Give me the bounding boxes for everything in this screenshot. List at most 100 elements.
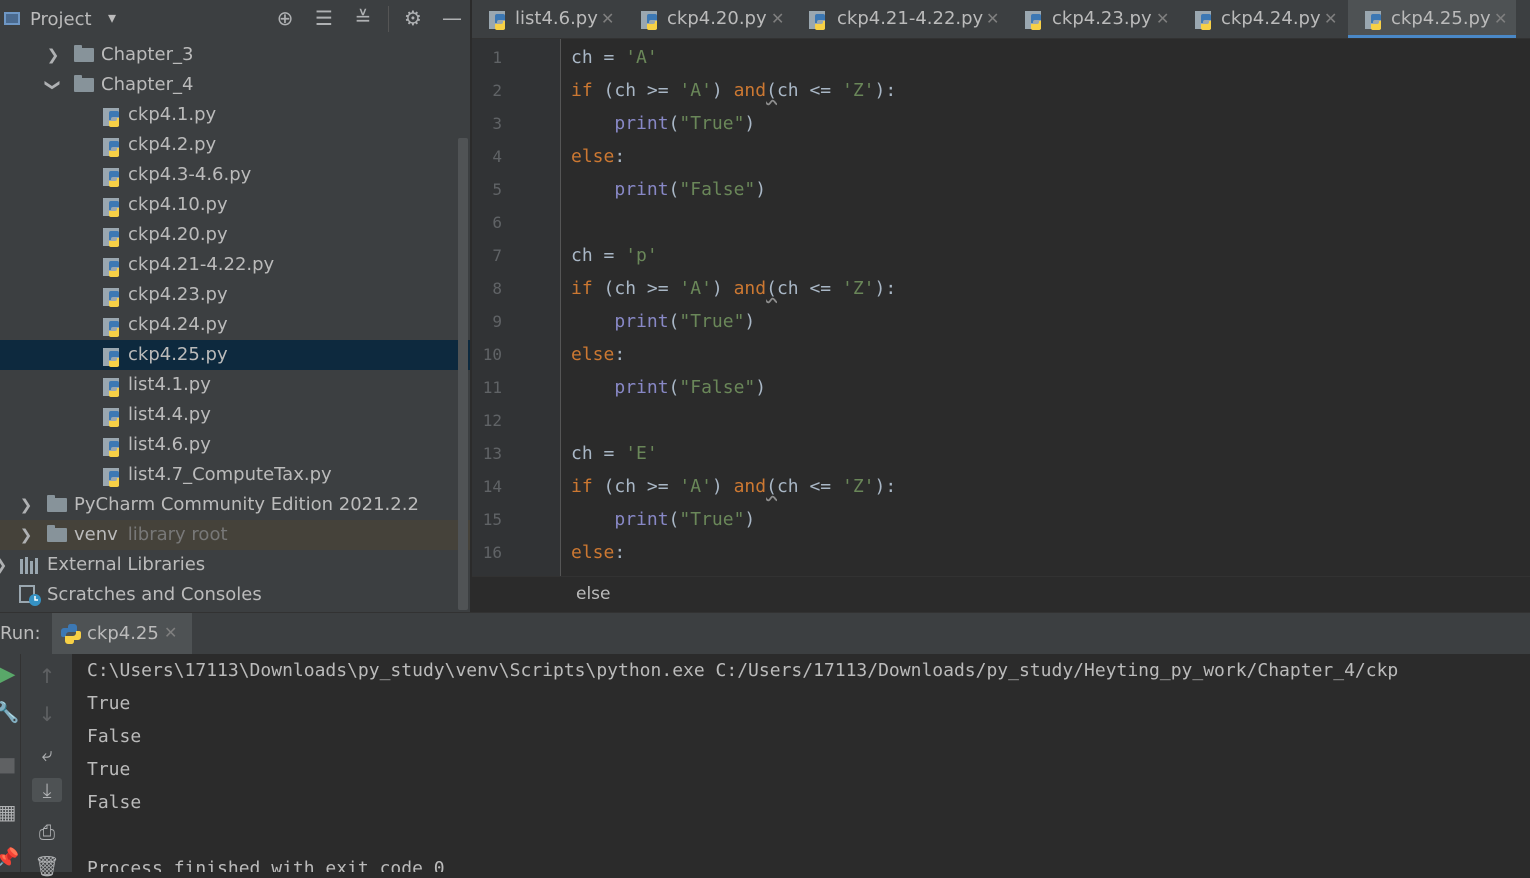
hide-panel-icon[interactable]: — xyxy=(439,6,465,30)
tree-external-libraries[interactable]: ❯ External Libraries xyxy=(0,550,470,580)
code-line[interactable]: else: xyxy=(571,140,625,173)
code-line[interactable]: if (ch >= 'A') and(ch <= 'Z'): xyxy=(571,74,896,107)
collapse-all-icon[interactable]: ≚ xyxy=(350,6,376,30)
code-line[interactable]: ch = 'A' xyxy=(571,41,658,74)
close-icon[interactable]: ✕ xyxy=(1324,0,1337,38)
line-number: 4 xyxy=(492,147,502,166)
run-tab-label: ckp4.25 xyxy=(87,623,159,644)
expand-all-icon[interactable]: ☰ xyxy=(311,6,337,30)
tree-file-ckp4-3-4-6[interactable]: ckp4.3-4.6.py xyxy=(0,160,470,190)
chevron-right-icon[interactable]: ❯ xyxy=(19,520,33,550)
project-icon xyxy=(4,12,20,25)
folder-icon xyxy=(74,45,94,62)
arrow-down-icon[interactable]: ↓ xyxy=(32,702,62,726)
tree-file-ckp4-25[interactable]: ckp4.25.py xyxy=(0,340,470,370)
close-icon[interactable]: ✕ xyxy=(771,0,784,38)
tree-file-ckp4-24[interactable]: ckp4.24.py xyxy=(0,310,470,340)
run-console-output[interactable]: C:\Users\17113\Downloads\py_study\venv\S… xyxy=(72,654,1530,872)
tree-folder-pycharm[interactable]: ❯ PyCharm Community Edition 2021.2.2 xyxy=(0,490,470,520)
python-file-icon xyxy=(103,288,119,307)
close-icon[interactable]: ✕ xyxy=(1494,0,1507,38)
scroll-to-end-icon[interactable]: ⤓ xyxy=(32,778,62,802)
wrench-icon[interactable]: 🔧 xyxy=(0,700,22,724)
code-line[interactable]: print("True") xyxy=(571,503,755,536)
soft-wrap-icon[interactable]: ⤶ xyxy=(32,742,62,766)
line-number: 2 xyxy=(492,81,502,100)
trash-icon[interactable]: 🗑 xyxy=(32,854,62,878)
tree-item-label: ckp4.23.py xyxy=(128,284,228,305)
python-file-icon xyxy=(103,258,119,277)
locate-file-icon[interactable]: ⊕ xyxy=(272,6,298,30)
tab-list4-6[interactable]: list4.6.py ✕ xyxy=(472,0,622,38)
python-file-icon xyxy=(103,198,119,217)
tab-ckp4-24[interactable]: ckp4.24.py ✕ xyxy=(1178,0,1346,38)
tree-file-ckp4-10[interactable]: ckp4.10.py xyxy=(0,190,470,220)
tree-item-label: ckp4.10.py xyxy=(128,194,228,215)
toolbar-divider xyxy=(388,6,389,32)
line-number: 16 xyxy=(482,543,502,562)
layout-icon[interactable]: ▦ xyxy=(0,800,22,824)
tree-folder-chapter-3[interactable]: ❯ Chapter_3 xyxy=(0,40,470,70)
code-line[interactable]: if (ch >= 'A') and(ch <= 'Z'): xyxy=(571,272,896,305)
gear-icon[interactable]: ⚙ xyxy=(400,6,426,30)
tree-item-label-group: venv library root xyxy=(74,520,228,550)
code-line[interactable]: print("True") xyxy=(571,305,755,338)
code-line[interactable]: ch = 'E' xyxy=(571,437,658,470)
code-editor[interactable]: 1 2 3 4 5 6 7 8 9 10 11 12 13 14 15 16 ch = 'A' if (ch >… xyxy=(472,39,1530,576)
run-tool-window-header: Run: ckp4.25 ✕ xyxy=(0,612,1530,655)
tree-folder-chapter-4[interactable]: ❯ Chapter_4 xyxy=(0,70,470,100)
close-icon[interactable]: ✕ xyxy=(601,0,614,38)
arrow-up-icon[interactable]: ↑ xyxy=(32,664,62,688)
chevron-down-icon[interactable]: ❯ xyxy=(38,78,68,92)
breadcrumb[interactable]: else xyxy=(576,584,611,604)
tree-file-list4-4[interactable]: list4.4.py xyxy=(0,400,470,430)
tab-ckp4-20[interactable]: ckp4.20.py ✕ xyxy=(624,0,790,38)
chevron-down-icon[interactable]: ▾ xyxy=(108,8,116,27)
run-tab-ckp4-25[interactable]: ckp4.25 ✕ xyxy=(52,613,192,655)
gutter-divider xyxy=(560,39,561,576)
tree-file-ckp4-2[interactable]: ckp4.2.py xyxy=(0,130,470,160)
line-number: 14 xyxy=(482,477,502,496)
code-line[interactable]: print("False") xyxy=(571,371,766,404)
close-icon[interactable]: ✕ xyxy=(164,623,177,642)
console-line: True xyxy=(87,759,131,780)
tree-item-label: ckp4.25.py xyxy=(128,344,228,365)
tree-item-label: ckp4.2.py xyxy=(128,134,217,155)
tree-file-ckp4-20[interactable]: ckp4.20.py xyxy=(0,220,470,250)
code-line[interactable]: ch = 'p' xyxy=(571,239,658,272)
tree-folder-venv[interactable]: ❯ venv library root xyxy=(0,520,470,550)
code-line[interactable]: else: xyxy=(571,338,625,371)
close-icon[interactable]: ✕ xyxy=(986,0,999,38)
python-icon xyxy=(61,624,81,644)
tree-scrollbar[interactable] xyxy=(458,138,468,610)
tree-item-label: Chapter_3 xyxy=(101,44,194,65)
pin-icon[interactable]: 📌 xyxy=(0,846,22,870)
folder-icon xyxy=(74,75,94,92)
tree-file-list4-7[interactable]: list4.7_ComputeTax.py xyxy=(0,460,470,490)
tree-scratches-consoles[interactable]: Scratches and Consoles xyxy=(0,580,470,610)
code-line[interactable]: else: xyxy=(571,536,625,569)
code-line[interactable]: print("False") xyxy=(571,173,766,206)
tab-ckp4-21-4-22[interactable]: ckp4.21-4.22.py ✕ xyxy=(792,0,1006,38)
stop-icon[interactable]: ■ xyxy=(0,752,22,776)
tree-file-list4-1[interactable]: list4.1.py xyxy=(0,370,470,400)
project-view-selector[interactable]: Project xyxy=(30,9,92,30)
print-icon[interactable]: ⎙ xyxy=(32,820,62,844)
tree-file-ckp4-21-4-22[interactable]: ckp4.21-4.22.py xyxy=(0,250,470,280)
tree-item-label: venv xyxy=(74,524,118,545)
code-line[interactable]: print("True") xyxy=(571,107,755,140)
code-line[interactable]: if (ch >= 'A') and(ch <= 'Z'): xyxy=(571,470,896,503)
chevron-right-icon[interactable]: ❯ xyxy=(19,490,33,520)
chevron-right-icon[interactable]: ❯ xyxy=(46,40,60,70)
line-number: 9 xyxy=(492,312,502,331)
close-icon[interactable]: ✕ xyxy=(1156,0,1169,38)
tree-file-ckp4-23[interactable]: ckp4.23.py xyxy=(0,280,470,310)
tab-ckp4-23[interactable]: ckp4.23.py ✕ xyxy=(1008,0,1176,38)
python-file-icon xyxy=(103,138,119,157)
rerun-icon[interactable]: ▶ xyxy=(0,662,22,687)
tree-file-ckp4-1[interactable]: ckp4.1.py xyxy=(0,100,470,130)
chevron-right-icon[interactable]: ❯ xyxy=(0,550,8,580)
tab-ckp4-25[interactable]: ckp4.25.py ✕ xyxy=(1348,0,1516,38)
python-file-icon xyxy=(103,348,119,367)
tree-file-list4-6[interactable]: list4.6.py xyxy=(0,430,470,460)
